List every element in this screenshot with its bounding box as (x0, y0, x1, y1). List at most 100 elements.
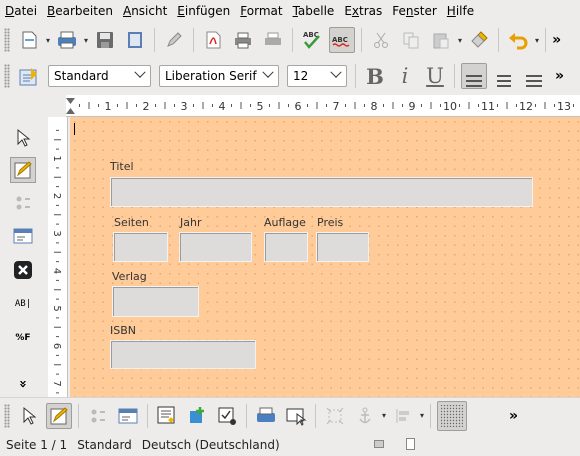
design-mode-button[interactable] (10, 157, 36, 183)
grid-icon (441, 404, 464, 427)
ruler-scale: 1 2 3 4 5 6 7 8 9 10 11 12 13 (66, 98, 574, 114)
toolbar-separator (147, 403, 148, 428)
open-button[interactable] (54, 27, 80, 53)
anchor-button[interactable] (352, 403, 378, 429)
bottom-select-button[interactable] (16, 403, 42, 429)
paragraph-style-select[interactable]: Standard (48, 65, 151, 87)
styles-button[interactable] (16, 63, 42, 89)
automatic-control-focus-button[interactable] (283, 403, 309, 429)
isbn-field[interactable] (110, 340, 256, 369)
menu-item-ansicht[interactable]: Ansicht (123, 4, 167, 18)
menu-item-extras[interactable]: Extras (344, 4, 382, 18)
horizontal-ruler[interactable]: 1 2 3 4 5 6 7 8 9 10 11 12 13 (66, 95, 580, 117)
paste-dropdown-arrow[interactable]: ▾ (458, 36, 462, 45)
toolbar-separator (315, 403, 316, 428)
document-modified-icon[interactable] (406, 438, 415, 450)
more-tools-1[interactable]: » (552, 32, 561, 48)
new-document-button[interactable] (16, 27, 42, 53)
toolbar-separator (292, 28, 294, 52)
page-number-status[interactable]: Seite 1 / 1 (6, 438, 67, 452)
toolbar-grip[interactable] (4, 28, 10, 52)
menu-item-tabelle[interactable]: Tabelle (293, 4, 335, 18)
toolbar-grip[interactable] (4, 64, 10, 88)
standard-toolbar: ▾ ▾ ABC ABC ▾ ▾ » (0, 22, 580, 58)
ruler-tick-label: 7 (333, 100, 340, 113)
new-dropdown-arrow[interactable]: ▾ (46, 36, 50, 45)
align-left-button[interactable] (461, 63, 487, 89)
more-controls-button[interactable]: » (14, 371, 32, 397)
open-dropdown-arrow[interactable]: ▾ (84, 36, 88, 45)
align-right-button[interactable] (521, 63, 547, 89)
auto-spellcheck-button[interactable]: ABC (329, 27, 356, 53)
bottom-form-properties-button[interactable] (115, 403, 141, 429)
activation-order-button[interactable] (214, 403, 240, 429)
close-button[interactable] (10, 257, 36, 283)
menu-item-format[interactable]: Format (240, 4, 282, 18)
verlag-field[interactable] (112, 286, 199, 317)
print-button[interactable] (230, 27, 256, 53)
paste-button[interactable] (428, 27, 454, 53)
clone-formatting-button[interactable] (466, 27, 492, 53)
vertical-ruler[interactable]: 1 2 3 4 5 6 7 (48, 117, 68, 413)
text-cursor (74, 123, 75, 135)
undo-button[interactable] (505, 27, 531, 53)
formatted-field-button[interactable]: %F (10, 325, 36, 351)
display-grid-button[interactable] (437, 400, 468, 431)
open-design-icon (257, 407, 275, 422)
italic-button[interactable]: i (392, 64, 418, 88)
form-properties-button[interactable] (10, 223, 36, 249)
alignment-button[interactable] (390, 403, 416, 429)
spellcheck-button[interactable]: ABC (299, 27, 325, 53)
font-name-select[interactable]: Liberation Serif (159, 65, 279, 87)
titel-field[interactable] (110, 177, 533, 207)
edit-mode-button[interactable] (161, 27, 187, 53)
print-preview-button[interactable] (260, 27, 286, 53)
bottom-design-mode-button[interactable] (46, 402, 72, 429)
preis-field[interactable] (316, 232, 369, 262)
menu-item-einfügen[interactable]: Einfügen (177, 4, 230, 18)
copy-button[interactable] (398, 27, 424, 53)
position-size-button[interactable] (322, 403, 348, 429)
export-pdf-button[interactable] (200, 27, 226, 53)
undo-dropdown-arrow[interactable]: ▾ (535, 36, 539, 45)
menu-item-fenster[interactable]: Fenster (392, 4, 437, 18)
bold-button[interactable]: B (362, 64, 388, 89)
toolbar-separator (361, 28, 363, 52)
control-properties-button[interactable] (10, 190, 36, 216)
menu-item-hilfe[interactable]: Hilfe (447, 4, 474, 18)
insert-mode-icon[interactable] (374, 440, 384, 448)
form-navigator-button[interactable] (154, 403, 180, 429)
more-tools-3[interactable]: » (509, 408, 518, 424)
seiten-field[interactable] (113, 232, 168, 262)
auflage-field[interactable] (264, 232, 308, 262)
export-button[interactable] (122, 27, 148, 53)
alignment-dropdown-arrow[interactable]: ▾ (420, 411, 424, 420)
jahr-field[interactable] (179, 232, 252, 262)
arrow-pointer-icon (17, 128, 31, 147)
page-style-status[interactable]: Standard (77, 438, 132, 452)
close-icon (14, 261, 32, 279)
anchor-dropdown-arrow[interactable]: ▾ (382, 411, 386, 420)
ruler-tick-label: 11 (481, 100, 495, 113)
save-button[interactable] (92, 27, 118, 53)
add-field-button[interactable] (184, 403, 210, 429)
align-center-button[interactable] (491, 63, 517, 89)
select-button[interactable] (10, 125, 36, 151)
toolbar-grip[interactable] (4, 403, 10, 428)
align-center-icon (497, 75, 511, 77)
menu-item-datei[interactable]: Datei (5, 4, 37, 18)
document-page[interactable]: Titel Seiten Jahr Auflage Preis Verlag I… (70, 117, 580, 397)
underline-button[interactable]: U (422, 64, 448, 88)
print-icon (235, 32, 252, 49)
formatting-toolbar: Standard Liberation Serif 12 B i U » (0, 58, 580, 94)
font-size-select[interactable]: 12 (287, 65, 347, 87)
cut-button[interactable] (368, 27, 394, 53)
bottom-control-properties-button[interactable] (85, 403, 111, 429)
more-tools-2[interactable]: » (555, 68, 564, 84)
vertical-ruler-tick-label: 3 (51, 230, 62, 236)
open-in-design-mode-button[interactable] (253, 403, 279, 429)
text-box-button[interactable]: AB| (10, 291, 36, 317)
menu-item-bearbeiten[interactable]: Bearbeiten (47, 4, 113, 18)
toolbar-separator (454, 64, 455, 88)
language-status[interactable]: Deutsch (Deutschland) (142, 438, 280, 452)
